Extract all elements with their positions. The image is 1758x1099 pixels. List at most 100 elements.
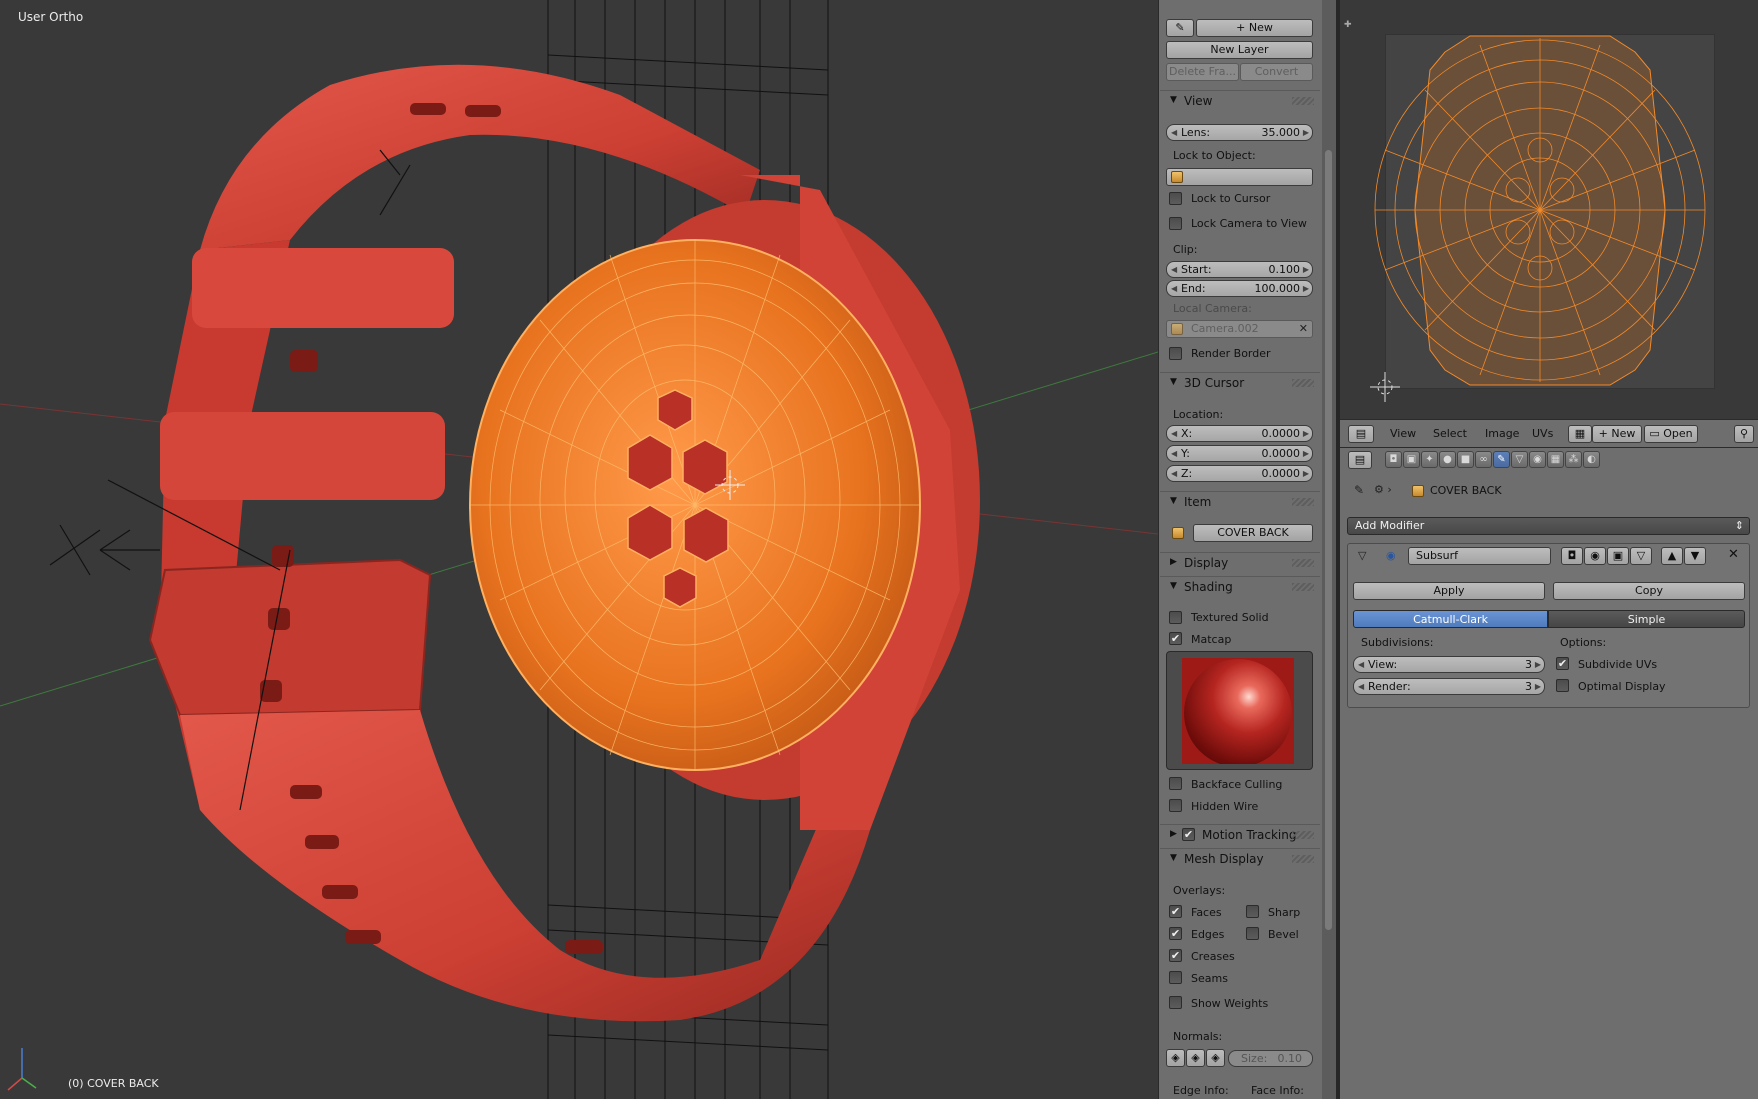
seams-checkbox[interactable] bbox=[1169, 971, 1182, 984]
tab-particles[interactable]: ⁂ bbox=[1565, 451, 1582, 468]
matcap-checkbox[interactable]: ✔ bbox=[1169, 632, 1182, 645]
motion-tracking-checkbox[interactable]: ✔ bbox=[1182, 828, 1195, 841]
pin-button[interactable]: ⚲ bbox=[1734, 425, 1754, 443]
arrow-right-icon: ▶ bbox=[1302, 469, 1309, 478]
area-corner-plus-icon[interactable]: ✚ bbox=[1344, 20, 1352, 30]
cursor-x-field[interactable]: ◀ X: 0.0000 ▶ bbox=[1166, 425, 1313, 442]
panel-grip-icon[interactable] bbox=[1292, 855, 1314, 863]
panel-grip-icon[interactable] bbox=[1292, 831, 1314, 839]
tab-world[interactable]: ● bbox=[1439, 451, 1456, 468]
faces-checkbox[interactable]: ✔ bbox=[1169, 905, 1182, 918]
simple-option[interactable]: Simple bbox=[1548, 610, 1745, 628]
editor-type-dropdown[interactable]: ▤ bbox=[1348, 425, 1374, 443]
shelf-scrollbar[interactable] bbox=[1322, 0, 1336, 1099]
catmull-clark-option[interactable]: Catmull-Clark bbox=[1353, 610, 1548, 628]
lock-camera-checkbox[interactable] bbox=[1169, 217, 1182, 230]
bevel-checkbox[interactable] bbox=[1246, 927, 1259, 940]
display-panel-header[interactable]: ▶ Display bbox=[1160, 552, 1320, 574]
render-toggle[interactable]: ◘ bbox=[1561, 547, 1583, 565]
item-panel-header[interactable]: ▼ Item bbox=[1160, 491, 1320, 513]
shelf-scrollbar-thumb[interactable] bbox=[1325, 150, 1332, 930]
tab-texture[interactable]: ▦ bbox=[1547, 451, 1564, 468]
shading-panel-header[interactable]: ▼ Shading bbox=[1160, 576, 1320, 598]
lock-object-field[interactable] bbox=[1166, 168, 1313, 186]
copy-button[interactable]: Copy bbox=[1553, 582, 1745, 600]
modifier-name-field[interactable]: Subsurf bbox=[1408, 547, 1551, 565]
render-border-checkbox[interactable] bbox=[1169, 347, 1182, 360]
menu-image[interactable]: Image bbox=[1485, 427, 1519, 440]
hidden-wire-label: Hidden Wire bbox=[1191, 800, 1259, 813]
show-weights-checkbox[interactable] bbox=[1169, 996, 1182, 1009]
tab-constraints[interactable]: ∞ bbox=[1475, 451, 1492, 468]
motion-tracking-panel-header[interactable]: ▶ ✔ Motion Tracking bbox=[1160, 824, 1320, 846]
cursor-y-field[interactable]: ◀ Y: 0.0000 ▶ bbox=[1166, 445, 1313, 462]
3d-viewport[interactable]: User Ortho (0) COVER BACK bbox=[0, 0, 1158, 1099]
loop-normals-button[interactable]: ◈ bbox=[1186, 1049, 1205, 1067]
edges-checkbox[interactable]: ✔ bbox=[1169, 927, 1182, 940]
apply-button[interactable]: Apply bbox=[1353, 582, 1545, 600]
textured-solid-checkbox[interactable] bbox=[1169, 611, 1182, 624]
hidden-wire-checkbox[interactable] bbox=[1169, 799, 1182, 812]
props-editor-type-dropdown[interactable]: ▤ bbox=[1348, 451, 1372, 469]
clear-x-icon[interactable]: ✕ bbox=[1299, 321, 1308, 337]
optimal-display-checkbox[interactable] bbox=[1556, 679, 1569, 692]
vertex-normals-button[interactable]: ◈ bbox=[1166, 1049, 1185, 1067]
editmode-toggle[interactable]: ▣ bbox=[1607, 547, 1629, 565]
menu-select[interactable]: Select bbox=[1433, 427, 1467, 440]
image-open-button[interactable]: ▭ Open bbox=[1644, 425, 1698, 443]
panel-grip-icon[interactable] bbox=[1292, 97, 1314, 105]
panel-grip-icon[interactable] bbox=[1292, 583, 1314, 591]
render-levels-field[interactable]: ◀ Render: 3 ▶ bbox=[1353, 678, 1545, 695]
new-layer-button[interactable]: New Layer bbox=[1166, 41, 1313, 59]
move-down-button[interactable]: ▼ bbox=[1684, 547, 1706, 565]
object-name-field[interactable]: COVER BACK bbox=[1193, 524, 1313, 542]
lock-to-cursor-checkbox[interactable] bbox=[1169, 192, 1182, 205]
pencil-dropdown[interactable]: ✎ bbox=[1166, 19, 1194, 37]
matcap-preview[interactable] bbox=[1166, 651, 1313, 770]
checkmark-icon: ✔ bbox=[1170, 949, 1181, 962]
image-new-button[interactable]: + New bbox=[1592, 425, 1642, 443]
panel-grip-icon[interactable] bbox=[1292, 498, 1314, 506]
clip-end-field[interactable]: ◀ End: 100.000 ▶ bbox=[1166, 280, 1313, 297]
sharp-checkbox[interactable] bbox=[1246, 905, 1259, 918]
collapse-triangle-icon[interactable]: ▽ bbox=[1358, 549, 1366, 562]
backface-culling-checkbox[interactable] bbox=[1169, 777, 1182, 790]
creases-checkbox[interactable]: ✔ bbox=[1169, 949, 1182, 962]
tab-render[interactable]: ◘ bbox=[1385, 451, 1402, 468]
image-browse-dropdown[interactable]: ▦ bbox=[1568, 425, 1592, 443]
local-camera-field[interactable]: Camera.002 ✕ bbox=[1166, 320, 1313, 338]
tab-scene[interactable]: ✦ bbox=[1421, 451, 1438, 468]
view-levels-field[interactable]: ◀ View: 3 ▶ bbox=[1353, 656, 1545, 673]
menu-view[interactable]: View bbox=[1390, 427, 1416, 440]
cage-toggle[interactable]: ▽ bbox=[1630, 547, 1652, 565]
panel-grip-icon[interactable] bbox=[1292, 559, 1314, 567]
tab-data[interactable]: ▽ bbox=[1511, 451, 1528, 468]
panel-grip-icon[interactable] bbox=[1292, 379, 1314, 387]
tab-modifiers[interactable]: ✎ bbox=[1493, 451, 1510, 468]
delete-frame-button[interactable]: Delete Fra... bbox=[1166, 63, 1239, 81]
folder-icon: ▭ bbox=[1649, 427, 1664, 440]
clip-start-field[interactable]: ◀ Start: 0.100 ▶ bbox=[1166, 261, 1313, 278]
tab-render-layers[interactable]: ▣ bbox=[1403, 451, 1420, 468]
normal-size-field[interactable]: Size: 0.10 bbox=[1228, 1050, 1313, 1067]
add-modifier-dropdown[interactable]: Add Modifier ⇕ bbox=[1347, 517, 1750, 535]
cursor-panel-header[interactable]: ▼ 3D Cursor bbox=[1160, 372, 1320, 394]
lens-field[interactable]: ◀ Lens: 35.000 ▶ bbox=[1166, 124, 1313, 141]
move-up-button[interactable]: ▲ bbox=[1661, 547, 1683, 565]
subdivide-uvs-checkbox[interactable]: ✔ bbox=[1556, 657, 1569, 670]
grease-new-button[interactable]: + New bbox=[1196, 19, 1313, 37]
convert-button[interactable]: Convert bbox=[1240, 63, 1313, 81]
face-normals-button[interactable]: ◈ bbox=[1206, 1049, 1225, 1067]
pin-icon[interactable]: ✎ bbox=[1354, 483, 1364, 497]
mesh-display-panel-header[interactable]: ▼ Mesh Display bbox=[1160, 848, 1320, 870]
viewport-toggle[interactable]: ◉ bbox=[1584, 547, 1606, 565]
close-icon[interactable]: ✕ bbox=[1728, 547, 1739, 562]
menu-uvs[interactable]: UVs bbox=[1532, 427, 1553, 440]
tab-material[interactable]: ◉ bbox=[1529, 451, 1546, 468]
tab-object[interactable]: ■ bbox=[1457, 451, 1474, 468]
tab-physics[interactable]: ◐ bbox=[1583, 451, 1600, 468]
cursor-z-field[interactable]: ◀ Z: 0.0000 ▶ bbox=[1166, 465, 1313, 482]
view-panel-header[interactable]: ▼ View bbox=[1160, 90, 1320, 112]
uv-editor-area[interactable]: ✚ bbox=[1340, 0, 1758, 419]
arrow-left-icon: ◀ bbox=[1171, 449, 1178, 458]
